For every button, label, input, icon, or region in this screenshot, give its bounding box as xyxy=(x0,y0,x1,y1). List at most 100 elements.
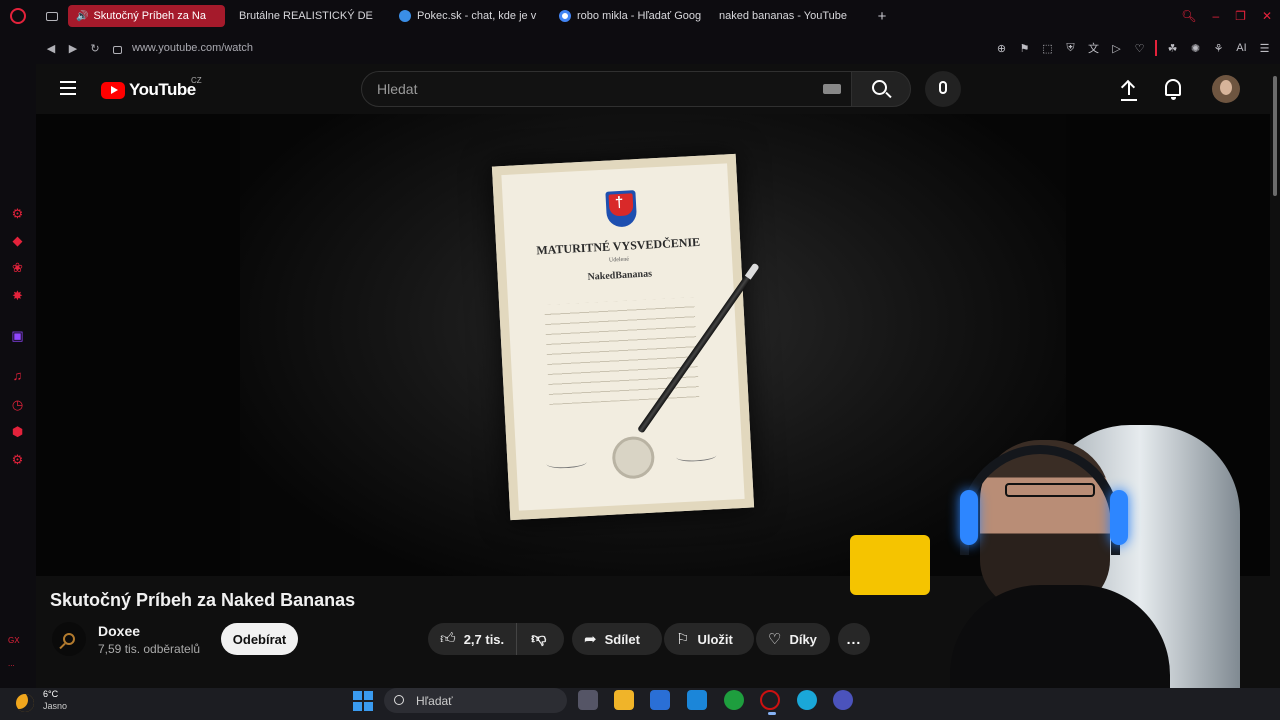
sidebar-player-icon[interactable]: ♫ xyxy=(10,368,25,383)
bookmark-icon: ⚐ xyxy=(676,631,690,648)
save-button[interactable]: ⚐ Uložit xyxy=(664,623,754,655)
extensions-toolbar: ⊕ ⚑ ⬚ ⛨ 文 ▷ ♡ ☘ ✺ ⚘ AI ☰ xyxy=(994,32,1272,64)
search-button[interactable] xyxy=(851,71,911,107)
video-title: Skutočný Príbeh za Naked Bananas xyxy=(50,590,356,610)
lock-icon[interactable] xyxy=(106,43,128,54)
snapshot-icon[interactable]: ⬚ xyxy=(1040,42,1055,55)
tab-label: Pokec.sk - chat, kde je v xyxy=(417,10,537,22)
tab[interactable]: naked bananas - YouTube xyxy=(36,5,865,76)
scrollbar-thumb[interactable] xyxy=(1273,76,1277,196)
share-label: Sdílet xyxy=(604,631,640,647)
webcam-overlay xyxy=(920,405,1270,720)
minimize-icon[interactable]: – xyxy=(1212,9,1219,23)
extension-icon[interactable]: ✺ xyxy=(1188,42,1203,55)
extension-icon[interactable]: ☘ xyxy=(1165,42,1180,55)
search-tabs-icon[interactable]: 🔍︎ xyxy=(1181,9,1196,23)
like-count: 2,7 tis. xyxy=(463,631,505,647)
sidebar-gx-label: GX xyxy=(8,636,20,645)
share-button[interactable]: ➦ Sdílet xyxy=(572,623,662,655)
sidebar-more-icon[interactable]: ... xyxy=(8,659,15,668)
thanks-button[interactable]: ♡ Díky xyxy=(756,623,830,655)
windows-start-icon[interactable] xyxy=(353,691,373,711)
like-button[interactable]: 👍︎ 2,7 tis. xyxy=(428,623,518,655)
menu-icon[interactable] xyxy=(60,81,76,95)
wallet-icon[interactable]: ☰ xyxy=(1257,42,1272,55)
opera-logo-icon[interactable] xyxy=(0,0,36,32)
task-view-icon[interactable] xyxy=(578,690,598,710)
search-input[interactable]: Hledat xyxy=(361,71,852,107)
tab-strip: 🔊 Skutočný Príbeh za Na Brutálne REALIST… xyxy=(0,0,1280,76)
sidebar-history-icon[interactable]: ◷ xyxy=(10,397,25,412)
heart-icon[interactable]: ♡ xyxy=(1132,42,1147,55)
translate-icon[interactable]: 文 xyxy=(1086,40,1101,56)
new-tab-button[interactable]: + xyxy=(871,5,893,27)
youtube-logo[interactable]: YouTube xyxy=(101,80,196,100)
tab-manager-icon[interactable] xyxy=(36,0,68,32)
account-avatar[interactable] xyxy=(1212,75,1240,103)
tab[interactable]: Brutálne REALISTICKÝ DE xyxy=(36,5,385,76)
forward-icon[interactable]: ▶ xyxy=(62,42,84,55)
play-icon[interactable]: ▷ xyxy=(1109,42,1124,55)
mail-icon[interactable] xyxy=(687,690,707,710)
opera-gx-taskbar-icon[interactable] xyxy=(760,690,780,715)
tab-label: naked bananas - YouTube xyxy=(719,10,848,22)
save-label: Uložit xyxy=(697,631,733,647)
page-scrollbar[interactable] xyxy=(1270,64,1280,688)
keyboard-icon[interactable] xyxy=(823,84,841,94)
file-explorer-icon[interactable] xyxy=(614,690,634,710)
sidebar-mods-icon[interactable]: ✸ xyxy=(10,288,25,303)
search-icon xyxy=(394,695,404,705)
thanks-label: Díky xyxy=(789,631,817,647)
stamp-seal xyxy=(611,435,656,480)
tab[interactable]: robo mikla - Hľadať Goog xyxy=(551,5,705,27)
close-icon[interactable]: ✕ xyxy=(1262,9,1272,23)
pin-icon[interactable]: ⚑ xyxy=(1017,42,1032,55)
more-actions-button[interactable]: ... xyxy=(838,623,870,655)
notifications-bell-icon[interactable] xyxy=(1165,79,1181,100)
country-code: CZ xyxy=(191,76,202,85)
microsoft-store-icon[interactable] xyxy=(650,690,670,710)
moon-weather-icon[interactable] xyxy=(16,694,34,712)
certificate-name: NakedBananas xyxy=(587,268,653,283)
dislike-button[interactable]: 👎︎ xyxy=(517,630,560,648)
zoom-icon[interactable]: ⊕ xyxy=(994,42,1009,55)
sidebar-gx-control-icon[interactable]: ⚙ xyxy=(10,206,25,221)
channel-name[interactable]: Doxee xyxy=(98,623,140,639)
sidebar-settings-icon[interactable]: ⚙ xyxy=(10,452,25,467)
back-icon[interactable]: ◀ xyxy=(40,42,62,55)
weather-temperature[interactable]: 6°C xyxy=(43,689,58,699)
voice-search-button[interactable] xyxy=(925,71,961,107)
tab[interactable]: Pokec.sk - chat, kde je v xyxy=(391,5,545,27)
divider xyxy=(1155,40,1157,56)
app-icon[interactable] xyxy=(833,690,853,710)
taskbar-search[interactable]: Hľadať xyxy=(384,688,567,713)
sidebar-gx-corner-icon[interactable]: ◆ xyxy=(10,233,25,248)
tab-active[interactable]: 🔊 Skutočný Príbeh za Na xyxy=(36,5,225,76)
weather-condition[interactable]: Jasno xyxy=(43,701,67,711)
slovak-coat-of-arms-icon xyxy=(605,190,638,228)
subscriber-count: 7,59 tis. odběratelů xyxy=(98,642,201,656)
reload-icon[interactable]: ↻ xyxy=(84,42,106,55)
speaker-icon[interactable]: 🔊 xyxy=(76,11,88,22)
ai-icon[interactable]: AI xyxy=(1234,42,1249,54)
channel-avatar[interactable] xyxy=(52,622,86,656)
screen: 🔊 Skutočný Príbeh za Na Brutálne REALIST… xyxy=(0,0,1280,720)
signature-mark xyxy=(676,450,717,463)
signature-mark xyxy=(546,457,587,470)
xbox-icon[interactable] xyxy=(724,690,744,710)
sidebar-twitch-icon[interactable]: ▣ xyxy=(10,328,25,343)
tab-label: robo mikla - Hľadať Goog xyxy=(577,10,702,22)
headset-left-cup xyxy=(960,490,978,545)
sidebar-cleaner-icon[interactable]: ❀ xyxy=(10,260,25,275)
tab-label: Brutálne REALISTICKÝ DE xyxy=(239,10,373,22)
edge-icon[interactable] xyxy=(797,690,817,710)
url-field[interactable]: www.youtube.com/watch xyxy=(132,42,253,54)
extension-icon[interactable]: ⚘ xyxy=(1211,42,1226,55)
maximize-icon[interactable]: ❐ xyxy=(1235,9,1246,23)
overlay-yellow-box xyxy=(850,535,930,595)
sidebar-extensions-icon[interactable]: ⬢ xyxy=(10,424,25,439)
subscribe-button[interactable]: Odebírat xyxy=(221,623,298,655)
shield-icon[interactable]: ⛨ xyxy=(1063,42,1078,55)
tab-label: Skutočný Príbeh za Na xyxy=(93,10,206,22)
upload-icon[interactable] xyxy=(1119,79,1139,101)
